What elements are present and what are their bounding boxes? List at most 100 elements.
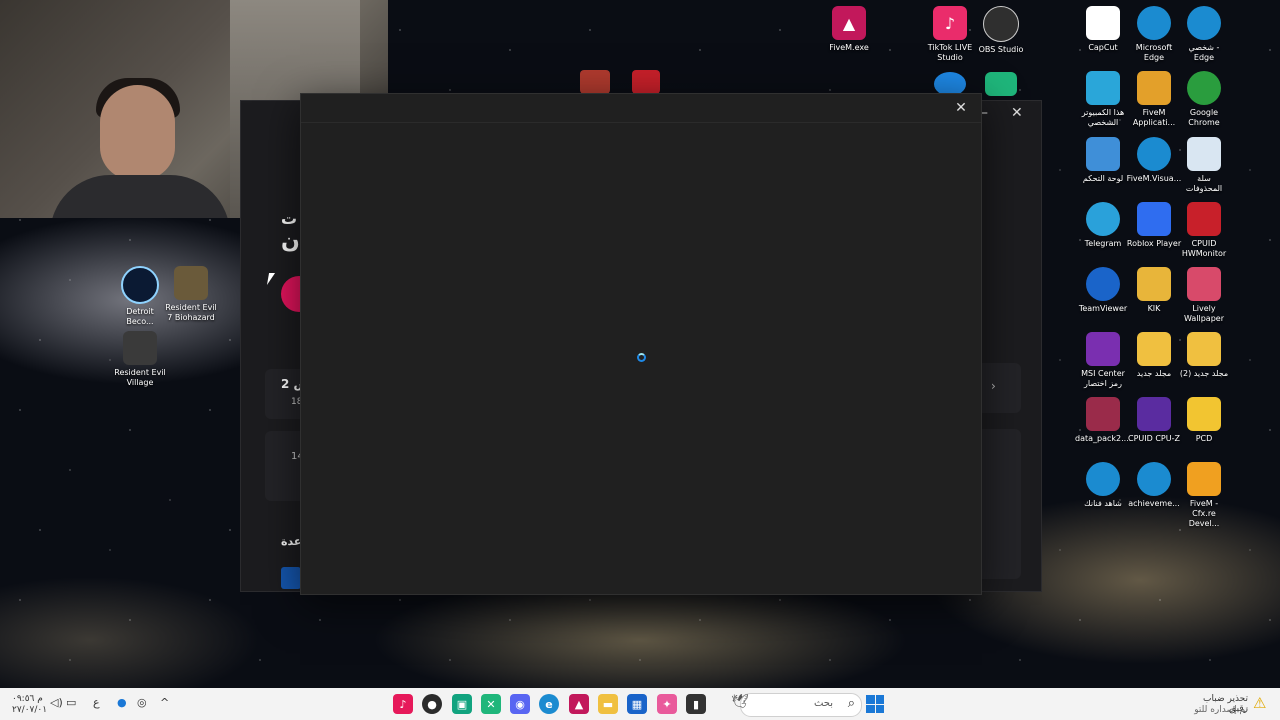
folder-icon [1137,332,1171,366]
desktop-icon-label: CapCut [1088,43,1118,52]
desktop-icon-label: KIK [1147,304,1161,313]
resident-evil-7-icon [174,266,208,300]
desktop-icon[interactable]: لوحة التحكم [1075,137,1131,184]
folder-icon [1137,267,1171,301]
desktop-icon-detroit[interactable]: Detroit Beco... [112,266,168,327]
desktop-icon-obs-studio[interactable]: OBS Studio [973,6,1029,55]
tray-app-icon[interactable]: ◎ [137,696,147,709]
desktop-icon[interactable]: Roblox Player [1126,202,1182,249]
partial-desktop-icon[interactable] [580,70,610,94]
minimize-button[interactable]: – [981,105,988,121]
desktop-icon[interactable]: شاهد فنانك [1075,462,1131,509]
control-panel-icon [1086,137,1120,171]
search-decoration-icon: 🕊 [731,694,749,710]
taskbar-store-icon[interactable]: ▦ [627,694,647,714]
edge-icon [1137,137,1171,171]
capcut-icon [1086,6,1120,40]
desktop-icon[interactable]: سلة المحذوفات [1176,137,1232,194]
desktop-icon-label: MSI Center رمز اختصار [1081,369,1125,388]
partial-desktop-icon[interactable] [985,72,1017,96]
start-button[interactable] [866,695,884,713]
microphone-icon[interactable]: ● [117,696,127,709]
desktop-icon[interactable]: achieveme... [1126,462,1182,509]
warning-icon[interactable]: ⚠ [1253,694,1266,712]
search-placeholder: بحث [813,698,833,709]
chevron-right-icon[interactable]: › [991,379,996,393]
tray-date[interactable]: ٢٧/٠٧/٠١ [12,705,47,715]
fivem-icon: ▲ [832,6,866,40]
taskbar-xbox-icon[interactable]: ✕ [481,694,501,714]
edge-icon [1137,462,1171,496]
desktop-icon[interactable]: MSI Center رمز اختصار [1075,332,1131,389]
volume-icon[interactable]: ◁) [50,696,63,709]
desktop-icon-resident-evil-village[interactable]: Resident Evil Village [112,331,168,388]
desktop-icon-tiktok-live[interactable]: ♪ TikTok LIVE Studio [922,6,978,63]
taskbar-app-icon[interactable]: ▣ [452,694,472,714]
loading-window[interactable]: ✕ [300,93,982,595]
desktop-icon[interactable]: Microsoft Edge [1126,6,1182,63]
desktop-icon-label: CPUID HWMonitor [1181,239,1227,258]
taskbar-copilot-icon[interactable]: ✦ [657,694,677,714]
close-button[interactable]: ✕ [1011,105,1023,121]
keyboard-language[interactable]: ع [93,696,100,709]
taskbar: م ٠٩:٥٦ ٢٧/٠٧/٠١ ◁) ▭ ع ● ◎ ^ ♪ ● ▣ ✕ ◉ … [0,688,1280,720]
loading-spinner-icon [637,353,646,362]
start-logo-quadrant [866,704,875,713]
msi-center-icon [1086,332,1120,366]
desktop-icon[interactable]: Telegram [1075,202,1131,249]
desktop-icon-resident-evil-7[interactable]: Resident Evil 7 Biohazard [163,266,219,323]
taskbar-file-explorer-icon[interactable]: ▬ [598,694,618,714]
network-icon[interactable]: ▭ [66,696,76,709]
desktop-icon[interactable]: CPUID HWMonitor [1176,202,1232,259]
edge-icon [1086,462,1120,496]
desktop-icon[interactable]: PCD [1176,397,1232,444]
desktop-icon[interactable]: CapCut [1075,6,1131,53]
detroit-icon [121,266,159,304]
cpuz-icon [1137,397,1171,431]
taskbar-fivem-icon[interactable]: ▲ [569,694,589,714]
desktop-icon[interactable]: شخصي - Edge [1176,6,1232,63]
this-pc-icon [1086,71,1120,105]
desktop-icon[interactable]: مجلد جديد [1126,332,1182,379]
desktop-icon[interactable]: TeamViewer [1075,267,1131,314]
desktop-icon-label: Google Chrome [1188,108,1220,127]
loading-window-titlebar[interactable]: ✕ [301,94,981,123]
desktop-icon-label: لوحة التحكم [1082,174,1124,183]
desktop-icon[interactable]: Lively Wallpaper [1176,267,1232,324]
taskbar-discord-icon[interactable]: ◉ [510,694,530,714]
desktop-icon[interactable]: CPUID CPU-Z [1126,397,1182,444]
taskbar-obs-icon[interactable]: ● [422,694,442,714]
search-icon: ⌕ [847,696,855,711]
webcam-person-face [100,85,175,180]
partial-desktop-icon[interactable] [632,70,660,94]
taskbar-edge-icon[interactable]: e [539,694,559,714]
desktop-icon[interactable]: FiveM.Visua... [1126,137,1182,184]
desktop-icon[interactable]: KIK [1126,267,1182,314]
weather-notification-sub[interactable]: تم إصداره للتو [1188,705,1248,715]
tiktok-live-icon: ♪ [933,6,967,40]
desktop-icon[interactable]: Google Chrome [1176,71,1232,128]
start-logo-quadrant [875,704,884,713]
loading-window-close-button[interactable]: ✕ [949,98,973,118]
desktop-icon-label: Roblox Player [1126,239,1182,248]
desktop-icon-fivem-exe[interactable]: ▲ FiveM.exe [821,6,877,53]
taskbar-terminal-icon[interactable]: ▮ [686,694,706,714]
desktop-icon[interactable]: مجلد جديد (2) [1176,332,1232,379]
obs-icon [983,6,1019,42]
desktop-icon-label: TeamViewer [1078,304,1128,313]
taskbar-search-box[interactable]: 🕊 بحث ⌕ [731,693,862,717]
tray-time[interactable]: م ٠٩:٥٦ [12,694,43,704]
desktop-icon[interactable]: data_pack2.... [1075,397,1131,444]
desktop-icon-label: Lively Wallpaper [1183,304,1224,323]
edge-icon [1137,6,1171,40]
desktop-icon[interactable]: FiveM Applicati... [1126,71,1182,128]
taskbar-tiktok-live-icon[interactable]: ♪ [393,694,413,714]
desktop-icon-label: PCD [1195,434,1213,443]
fivem-app-icon [1137,71,1171,105]
chevron-up-icon[interactable]: ^ [160,696,169,709]
desktop-icon[interactable]: هذا الكمبيوتر الشخصي [1075,71,1131,128]
desktop-icon[interactable]: FiveM - Cfx.re Devel... [1176,462,1232,529]
bg-blue-tile[interactable] [281,567,301,589]
desktop-icon-label: CPUID CPU-Z [1128,434,1180,443]
desktop-icon-label: FiveM - Cfx.re Devel... [1188,499,1220,528]
